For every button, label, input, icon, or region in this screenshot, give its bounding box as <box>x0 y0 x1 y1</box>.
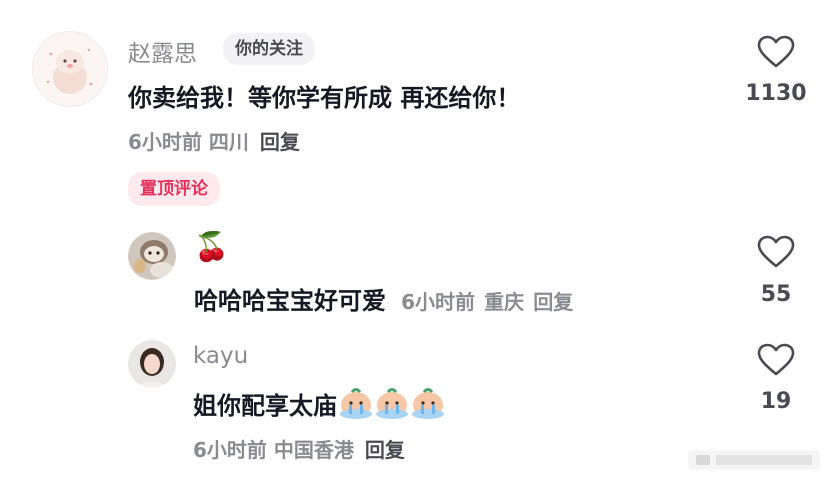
avatar[interactable] <box>128 232 176 280</box>
pinned-comment-badge: 置顶评论 <box>128 172 220 206</box>
avatar[interactable] <box>32 31 108 107</box>
comment-location: 中国香港 <box>273 438 354 462</box>
like-count: 1130 <box>745 81 807 106</box>
comment-text: 姐你配享太庙 <box>193 392 337 420</box>
avatar-illustration <box>33 32 107 106</box>
comment-text: 哈哈哈宝宝好可爱 <box>194 287 386 315</box>
heart-outline-icon <box>757 343 795 376</box>
like-button[interactable] <box>757 235 795 273</box>
comment-text: 你卖给我！等你学有所成 再还给你！ <box>128 84 521 112</box>
reply-button[interactable]: 回复 <box>533 290 573 314</box>
avatar-illustration <box>128 232 176 280</box>
heart-outline-icon <box>757 35 795 68</box>
comment-username[interactable]: kayu <box>193 343 248 369</box>
crying-face-sticker <box>411 388 445 424</box>
like-button[interactable] <box>757 343 795 381</box>
comment-time: 6小时前 <box>128 130 202 154</box>
following-tag: 你的关注 <box>223 33 315 65</box>
like-count: 19 <box>760 389 792 414</box>
comment-username[interactable]: 赵露思 <box>128 34 197 68</box>
avatar-illustration <box>128 340 176 388</box>
crying-face-sticker <box>339 388 373 424</box>
like-button[interactable] <box>757 35 795 73</box>
avatar[interactable] <box>128 340 176 388</box>
crying-face-sticker <box>375 388 409 424</box>
cherry-emoji: 🍒 <box>194 230 229 263</box>
comment-meta: 6小时前 四川 回复 <box>128 126 300 155</box>
reply-button[interactable]: 回复 <box>365 438 405 462</box>
like-count: 55 <box>760 282 792 307</box>
comment-location: 重庆 <box>484 290 525 314</box>
comment-meta: 6小时前 中国香港 回复 <box>193 434 405 463</box>
comment-time: 6小时前 <box>193 438 267 462</box>
comment-row: 姐你配享太庙 <box>193 386 445 424</box>
heart-outline-icon <box>757 235 795 268</box>
watermark <box>688 446 820 474</box>
comment-row: 哈哈哈宝宝好可爱 6小时前 重庆 回复 <box>194 281 573 316</box>
comment-time: 6小时前 <box>401 290 476 314</box>
comment-location: 四川 <box>208 130 249 154</box>
reply-button[interactable]: 回复 <box>260 130 300 154</box>
